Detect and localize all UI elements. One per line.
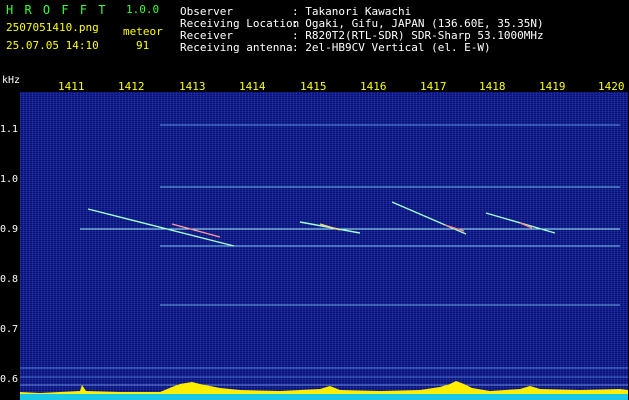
antenna-value: : 2el-HB9CV Vertical (el. E-W) (292, 41, 491, 54)
y-tick-1-1: 1.1 (0, 124, 19, 135)
y-tick-0-6: 0.6 (0, 374, 19, 385)
spectrogram-plot (20, 124, 628, 400)
y-tick-0-7: 0.7 (0, 324, 19, 335)
y-tick-1-0: 1.0 (0, 174, 19, 185)
y-axis-unit: kHz (2, 75, 21, 86)
y-tick-0-9: 0.9 (0, 224, 19, 235)
meteor-echo (171, 223, 221, 238)
noise-floor (20, 394, 628, 400)
app-version: 1.0.0 (126, 3, 160, 16)
y-tick-0-8: 0.8 (0, 274, 19, 285)
echo-count: 91 (136, 39, 150, 52)
date-time: 25.07.05 14:10 (6, 39, 99, 52)
file-name: 2507051410.png (6, 21, 99, 34)
app-name: H R O F F T (6, 3, 108, 17)
spectrogram (20, 92, 628, 400)
mode-label: meteor (123, 25, 163, 38)
meteor-echo (87, 208, 235, 247)
header-panel: H R O F F T 1.0.0 2507051410.png meteor … (0, 0, 629, 75)
antenna-label: Receiving antenna (180, 41, 293, 54)
meteor-echo (444, 224, 465, 232)
